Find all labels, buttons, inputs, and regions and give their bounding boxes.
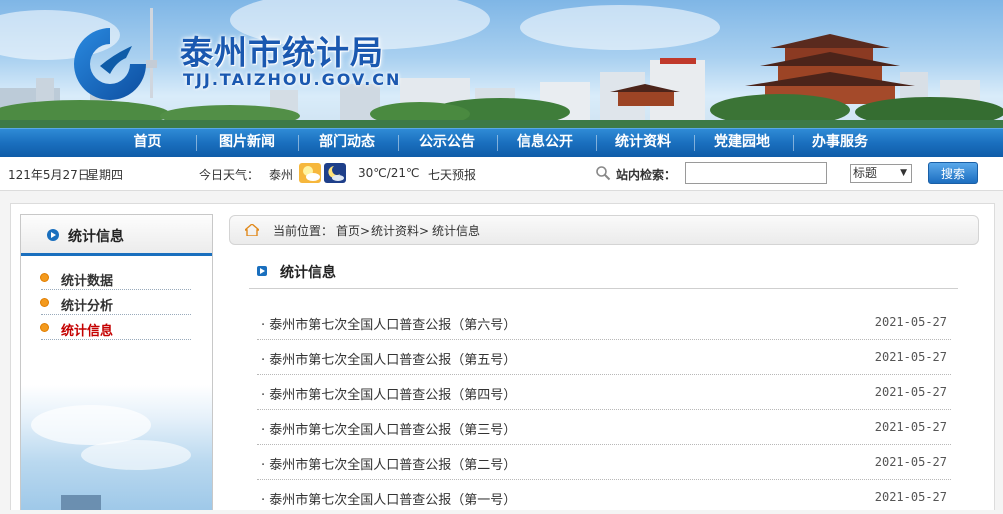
- nav-item-party-building[interactable]: 党建园地: [697, 129, 787, 157]
- list-item-title[interactable]: · 泰州市第七次全国人口普查公报（第二号）: [261, 454, 516, 473]
- list-item[interactable]: · 泰州市第七次全国人口普查公报（第五号） 2021-05-27: [257, 340, 951, 375]
- temperature: 30℃/21℃: [358, 166, 420, 180]
- search-label: 站内检索：: [616, 168, 677, 182]
- breadcrumb: 当前位置： 首页> 统计资料> 统计信息: [229, 215, 979, 245]
- bureau-logo-icon: [74, 28, 146, 100]
- list-item-title[interactable]: · 泰州市第七次全国人口普查公报（第四号）: [261, 384, 516, 403]
- list-item-date: 2021-05-27: [874, 455, 947, 469]
- content-title: 统计信息: [280, 265, 336, 281]
- current-date: 121年5月27日: [8, 168, 90, 182]
- bullet-icon: [41, 274, 48, 281]
- nav-divider: [596, 135, 597, 151]
- nav-divider: [196, 135, 197, 151]
- sidebar-decorative-photo: [21, 385, 212, 510]
- site-domain: TJJ.TAIZHOU.GOV.CN: [183, 70, 402, 89]
- list-item[interactable]: · 泰州市第七次全国人口普查公报（第三号） 2021-05-27: [257, 410, 951, 445]
- dropdown-arrow-icon: ▼: [900, 168, 907, 178]
- search-input[interactable]: [685, 162, 827, 184]
- nav-item-info-disclosure[interactable]: 信息公开: [500, 129, 590, 157]
- sidebar-header: 统计信息: [21, 215, 212, 256]
- home-icon: [245, 224, 259, 236]
- nav-item-services[interactable]: 办事服务: [795, 129, 885, 157]
- breadcrumb-current: 统计信息: [432, 224, 481, 238]
- list-item-title[interactable]: · 泰州市第七次全国人口普查公报（第六号）: [261, 314, 516, 333]
- nav-divider: [694, 135, 695, 151]
- list-item[interactable]: · 泰州市第七次全国人口普查公报（第四号） 2021-05-27: [257, 375, 951, 410]
- search-type-value: 标题: [853, 166, 878, 180]
- list-item-date: 2021-05-27: [874, 385, 947, 399]
- photo-cloud: [31, 405, 151, 445]
- sidebar-item-label: 统计信息: [61, 324, 114, 339]
- sidebar-item-label: 统计分析: [61, 299, 114, 314]
- city-skyline-image: [0, 8, 1003, 128]
- moon-cloud-icon: [324, 163, 346, 183]
- seven-day-forecast-link[interactable]: 七天预报: [428, 166, 476, 183]
- sidebar-item-statistical-info[interactable]: 统计信息: [41, 317, 191, 340]
- sidebar-item-statistical-data[interactable]: 统计数据: [41, 267, 191, 290]
- nav-item-dept-news[interactable]: 部门动态: [302, 129, 392, 157]
- nav-item-statistics[interactable]: 统计资料: [598, 129, 688, 157]
- content-divider: [249, 288, 958, 289]
- nav-item-photo-news[interactable]: 图片新闻: [202, 129, 292, 157]
- site-banner: 泰州市统计局 TJJ.TAIZHOU.GOV.CN: [0, 0, 1003, 128]
- weather-city: 泰州: [269, 168, 294, 182]
- photo-cloud: [81, 440, 191, 470]
- photo-building: [61, 495, 101, 510]
- sidebar-title: 统计信息: [68, 229, 124, 245]
- main-nav: 首页 图片新闻 部门动态 公示公告 信息公开 统计资料 党建园地 办事服务: [0, 128, 1003, 157]
- sidebar-item-label: 统计数据: [61, 274, 114, 289]
- list-item[interactable]: · 泰州市第七次全国人口普查公报（第二号） 2021-05-27: [257, 445, 951, 480]
- nav-divider: [497, 135, 498, 151]
- nav-divider: [298, 135, 299, 151]
- list-item-title[interactable]: · 泰州市第七次全国人口普查公报（第一号）: [261, 489, 516, 508]
- bullet-icon: [41, 299, 48, 306]
- list-item-date: 2021-05-27: [874, 350, 947, 364]
- list-item-date: 2021-05-27: [874, 315, 947, 329]
- bullet-icon: [41, 324, 48, 331]
- site-title: 泰州市统计局: [180, 33, 384, 72]
- list-item-date: 2021-05-27: [874, 420, 947, 434]
- list-item-date: 2021-05-27: [874, 490, 947, 504]
- section-arrow-icon: [257, 266, 267, 276]
- nav-item-home[interactable]: 首页: [105, 129, 190, 157]
- breadcrumb-home[interactable]: 首页>: [336, 222, 370, 239]
- nav-item-notices[interactable]: 公示公告: [402, 129, 492, 157]
- nav-divider: [398, 135, 399, 151]
- search-button[interactable]: 搜索: [928, 162, 978, 184]
- nav-divider: [793, 135, 794, 151]
- list-item-title[interactable]: · 泰州市第七次全国人口普查公报（第五号）: [261, 349, 516, 368]
- search-icon: [596, 166, 611, 181]
- sidebar: 统计信息 统计数据 统计分析 统计信息: [20, 214, 213, 510]
- sidebar-item-statistical-analysis[interactable]: 统计分析: [41, 292, 191, 315]
- sun-cloud-icon: [299, 163, 321, 183]
- search-type-select[interactable]: 标题 ▼: [850, 164, 912, 183]
- breadcrumb-statistics[interactable]: 统计资料>: [371, 222, 429, 239]
- circle-arrow-icon: [47, 229, 59, 241]
- breadcrumb-label: 当前位置：: [273, 224, 334, 238]
- list-item-title[interactable]: · 泰州市第七次全国人口普查公报（第三号）: [261, 419, 516, 438]
- list-item[interactable]: · 泰州市第七次全国人口普查公报（第六号） 2021-05-27: [257, 305, 951, 340]
- current-weekday: 星期四: [87, 168, 124, 182]
- weather-label: 今日天气：: [199, 168, 260, 182]
